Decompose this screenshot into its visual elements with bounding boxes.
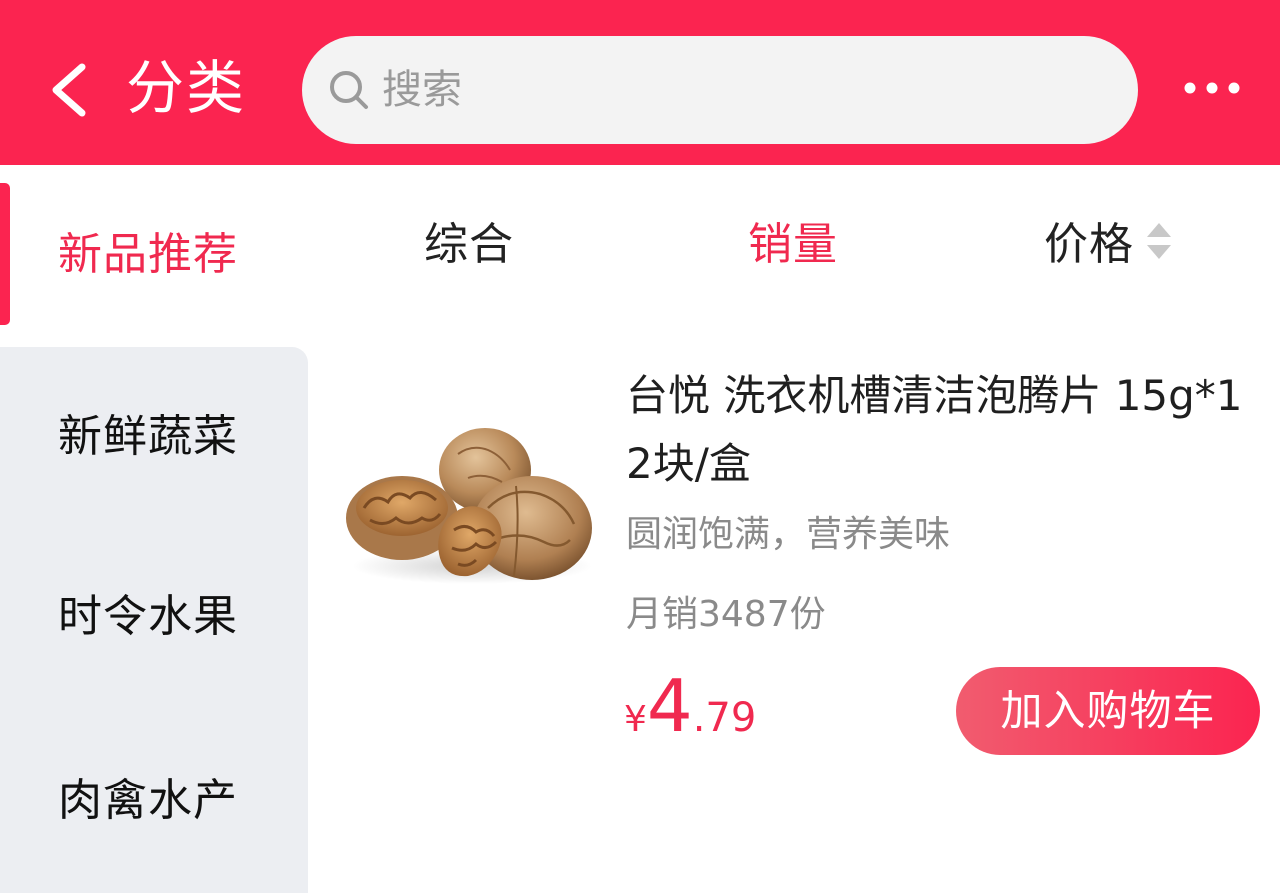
tab-comprehensive[interactable]: 综合 xyxy=(424,217,514,273)
sort-arrows-icon[interactable] xyxy=(1144,217,1174,265)
more-button[interactable] xyxy=(1180,70,1244,106)
product-monthly-sales: 月销3487份 xyxy=(626,594,826,635)
tab-price[interactable]: 价格 xyxy=(1044,217,1134,273)
price-currency: ¥ xyxy=(624,699,647,740)
walnut-image[interactable] xyxy=(340,368,602,620)
tab-sales[interactable]: 销量 xyxy=(748,217,838,273)
sidebar-item-label: 肉禽水产 xyxy=(58,775,238,826)
product-price: ¥4.79 xyxy=(624,666,756,746)
add-to-cart-button[interactable]: 加入购物车 xyxy=(956,667,1260,755)
search-icon xyxy=(328,69,370,111)
sidebar-item-new-recommend[interactable]: 新品推荐 xyxy=(0,165,308,347)
active-indicator xyxy=(0,183,10,325)
more-dots-icon xyxy=(1184,82,1240,94)
sidebar-item-meat-seafood[interactable]: 肉禽水产 xyxy=(0,711,308,893)
product-title[interactable]: 台悦 洗衣机槽清洁泡腾片 15g*12块/盒 xyxy=(626,362,1258,498)
price-decimal: .79 xyxy=(692,695,757,741)
search-placeholder: 搜索 xyxy=(382,67,462,113)
search-input[interactable]: 搜索 xyxy=(302,36,1138,144)
page-title: 分类 xyxy=(126,54,247,122)
category-sidebar: 新品推荐 新鲜蔬菜 时令水果 肉禽水产 xyxy=(0,165,308,893)
product-card[interactable]: 台悦 洗衣机槽清洁泡腾片 15g*12块/盒 圆润饱满，营养美味 月销3487份… xyxy=(308,340,1280,780)
top-header: 分类 搜索 xyxy=(0,0,1280,165)
price-integer: 4 xyxy=(646,664,693,748)
product-subtitle: 圆润饱满，营养美味 xyxy=(626,514,951,555)
sidebar-item-label: 新品推荐 xyxy=(58,229,238,280)
sidebar-item-vegetables[interactable]: 新鲜蔬菜 xyxy=(0,347,308,529)
sidebar-item-label: 时令水果 xyxy=(58,591,238,642)
sidebar-item-label: 新鲜蔬菜 xyxy=(58,411,238,462)
back-button[interactable] xyxy=(40,55,100,125)
sidebar-item-fruits[interactable]: 时令水果 xyxy=(0,529,308,711)
chevron-left-icon xyxy=(52,63,86,117)
